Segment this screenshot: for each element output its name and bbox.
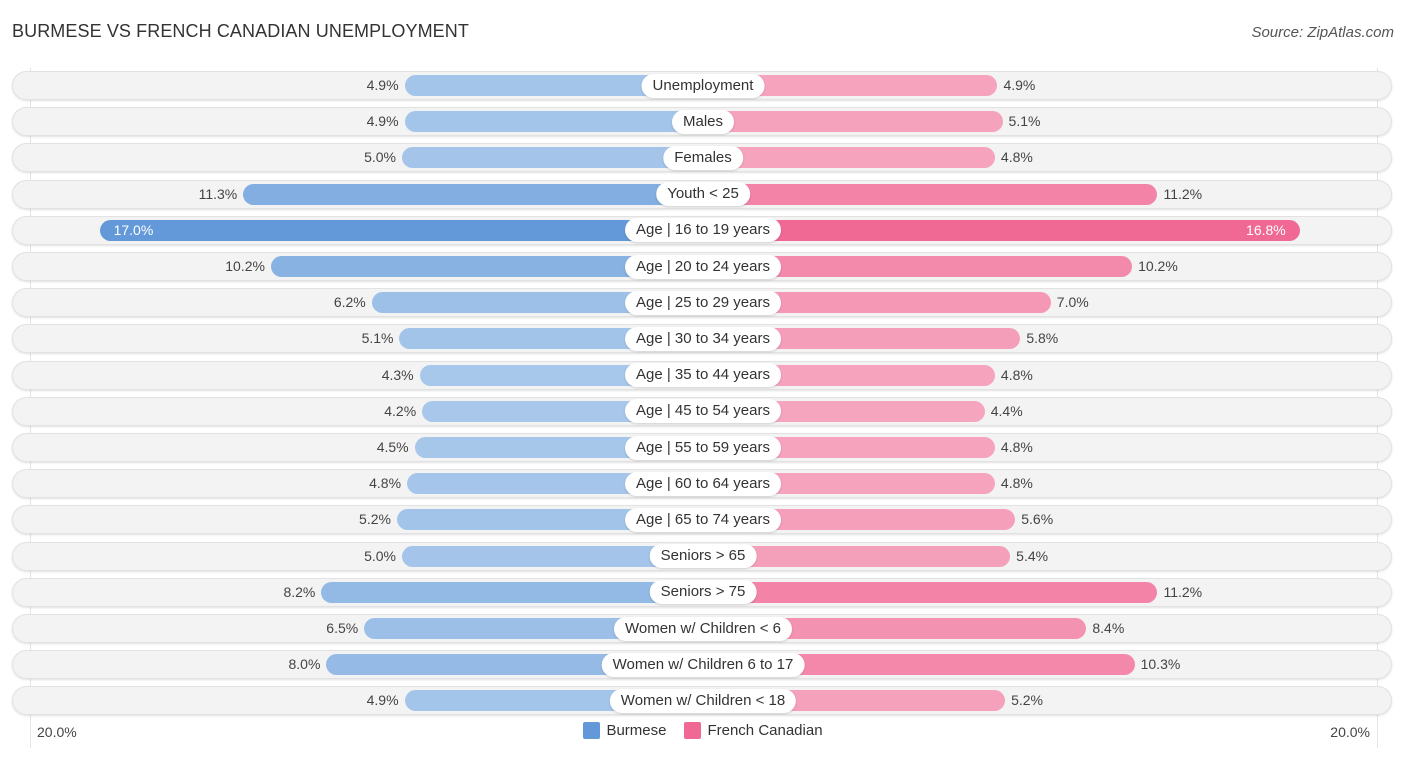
category-label: Age | 20 to 24 years xyxy=(625,254,781,279)
category-label: Age | 30 to 34 years xyxy=(625,326,781,351)
category-label: Age | 35 to 44 years xyxy=(625,363,781,388)
category-label: Age | 65 to 74 years xyxy=(625,507,781,532)
value-label-french-canadian: 4.9% xyxy=(1003,77,1036,93)
value-label-french-canadian: 4.8% xyxy=(1000,366,1033,383)
value-label-french-canadian: 8.4% xyxy=(1092,620,1125,636)
bar-burmese xyxy=(99,219,703,241)
category-label: Age | 60 to 64 years xyxy=(625,471,781,496)
legend: Burmese French Canadian xyxy=(0,722,1406,739)
value-label-french-canadian: 4.8% xyxy=(1000,439,1033,455)
value-label-burmese: 4.3% xyxy=(381,366,414,383)
legend-item-french-canadian: French Canadian xyxy=(684,722,823,739)
bar-burmese xyxy=(243,183,703,205)
value-label-burmese: 4.9% xyxy=(366,113,399,130)
legend-swatch-french-canadian xyxy=(684,722,702,739)
value-label-burmese: 5.1% xyxy=(361,330,394,347)
category-label: Women w/ Children < 6 xyxy=(613,616,793,641)
bar-burmese xyxy=(404,111,703,133)
value-label-burmese: 17.0% xyxy=(113,221,154,238)
category-label: Seniors > 65 xyxy=(649,544,757,569)
category-label: Women w/ Children < 18 xyxy=(609,688,797,713)
value-label-burmese: 8.0% xyxy=(288,656,321,673)
value-label-french-canadian: 11.2% xyxy=(1163,583,1203,600)
value-label-french-canadian: 11.2% xyxy=(1163,185,1203,202)
chart-rows: 4.9% 4.9% Unemployment 4.9% 5.1% Males 5.0% 4.8… xyxy=(0,0,1406,757)
category-label: Unemployment xyxy=(641,73,765,98)
category-label: Youth < 25 xyxy=(656,182,750,207)
value-label-burmese: 8.2% xyxy=(283,583,316,600)
value-label-burmese: 6.2% xyxy=(333,294,366,311)
value-label-burmese: 11.3% xyxy=(198,185,238,202)
value-label-french-canadian: 7.0% xyxy=(1056,294,1089,311)
bar-french-canadian xyxy=(703,581,1158,603)
category-label: Males xyxy=(671,109,735,134)
bar-french-canadian xyxy=(703,147,995,169)
value-label-french-canadian: 10.3% xyxy=(1140,656,1181,673)
value-label-burmese: 6.5% xyxy=(326,620,359,636)
value-label-burmese: 4.5% xyxy=(376,439,409,455)
category-label: Women w/ Children 6 to 17 xyxy=(601,652,805,677)
bar-french-canadian xyxy=(703,111,1003,133)
value-label-french-canadian: 5.6% xyxy=(1021,511,1054,528)
value-label-burmese: 4.9% xyxy=(366,77,399,93)
category-label: Females xyxy=(663,145,743,170)
category-label: Age | 16 to 19 years xyxy=(625,218,781,243)
value-label-burmese: 4.9% xyxy=(366,692,399,709)
value-label-burmese: 5.0% xyxy=(364,149,396,166)
legend-label-french-canadian: French Canadian xyxy=(707,722,823,739)
value-label-french-canadian: 16.8% xyxy=(1246,221,1286,238)
value-label-french-canadian: 10.2% xyxy=(1138,258,1178,274)
value-label-burmese: 4.8% xyxy=(369,475,402,492)
bar-french-canadian xyxy=(703,219,1300,241)
category-label: Age | 55 to 59 years xyxy=(625,435,781,460)
value-label-french-canadian: 4.4% xyxy=(990,402,1023,419)
category-label: Age | 45 to 54 years xyxy=(625,399,781,424)
legend-label-burmese: Burmese xyxy=(606,722,667,739)
category-label: Age | 25 to 29 years xyxy=(625,290,781,315)
value-label-french-canadian: 5.8% xyxy=(1026,330,1059,347)
bar-french-canadian xyxy=(703,183,1158,205)
value-label-burmese: 4.2% xyxy=(384,402,417,419)
value-label-french-canadian: 5.4% xyxy=(1016,547,1049,564)
legend-item-burmese: Burmese xyxy=(583,722,666,739)
value-label-burmese: 10.2% xyxy=(225,258,265,274)
value-label-burmese: 5.0% xyxy=(364,547,396,564)
value-label-french-canadian: 4.8% xyxy=(1000,475,1033,492)
category-label: Seniors > 75 xyxy=(649,580,757,605)
value-label-french-canadian: 4.8% xyxy=(1000,149,1033,166)
value-label-french-canadian: 5.1% xyxy=(1008,113,1041,130)
value-label-burmese: 5.2% xyxy=(359,511,391,528)
bar-burmese xyxy=(321,581,703,603)
legend-swatch-burmese xyxy=(583,722,601,739)
bar-burmese xyxy=(402,147,703,169)
value-label-french-canadian: 5.2% xyxy=(1011,692,1043,709)
